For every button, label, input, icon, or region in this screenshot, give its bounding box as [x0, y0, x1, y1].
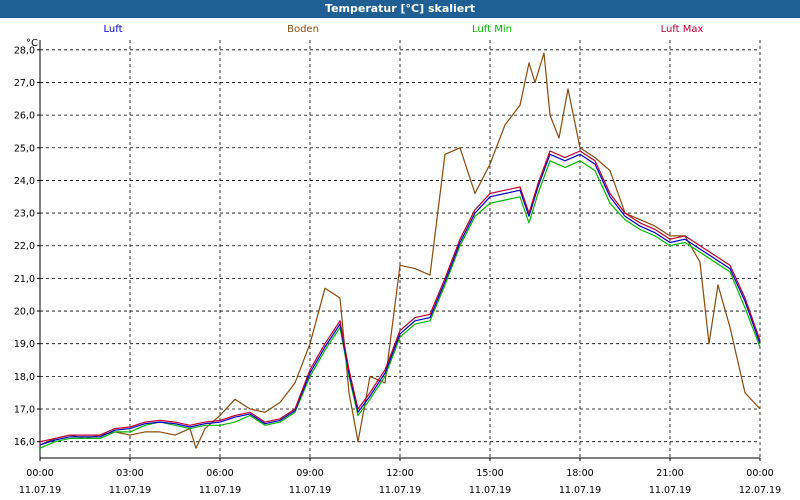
x-tick-label-time: 00:00: [746, 468, 773, 479]
x-tick-label-date: 11.07.19: [379, 485, 421, 496]
y-tick-label: 20,0: [14, 307, 35, 318]
x-tick-label-date: 11.07.19: [649, 485, 691, 496]
x-tick-label-time: 18:00: [566, 468, 593, 479]
x-tick-label-time: 15:00: [476, 468, 503, 479]
y-tick-label: 25,0: [14, 143, 35, 154]
y-tick-label: 27,0: [14, 78, 35, 89]
y-tick-label: 26,0: [14, 111, 35, 122]
x-tick-label-time: 00:00: [26, 468, 53, 479]
y-tick-label: 18,0: [14, 372, 35, 383]
x-tick-label-time: 06:00: [206, 468, 233, 479]
x-tick-label-time: 03:00: [116, 468, 143, 479]
y-tick-label: 28,0: [14, 45, 35, 56]
y-tick-label: 16,0: [14, 437, 35, 448]
chart-window: Temperatur [°C] skaliert Luft Boden Luft…: [0, 0, 800, 500]
x-tick-label-date: 11.07.19: [19, 485, 61, 496]
x-tick-label-time: 21:00: [656, 468, 683, 479]
y-tick-label: 24,0: [14, 176, 35, 187]
y-tick-label: 22,0: [14, 241, 35, 252]
line-chart: 16,0 17,0 18,0 19,0 20,0 21,0 22,0 23,0 24,0 25,0…: [14, 40, 781, 496]
x-tick-label-time: 09:00: [296, 468, 323, 479]
x-tick-label-date: 11.07.19: [289, 485, 331, 496]
y-tick-label: 23,0: [14, 209, 35, 220]
x-tick-label-date: 11.07.19: [469, 485, 511, 496]
x-tick-label-date: 11.07.19: [199, 485, 241, 496]
x-tick-label-date: 11.07.19: [109, 485, 151, 496]
y-tick-label: 17,0: [14, 405, 35, 416]
x-tick-label-time: 12:00: [386, 468, 413, 479]
y-tick-label: 19,0: [14, 339, 35, 350]
y-tick-label: 21,0: [14, 274, 35, 285]
x-tick-label-date: 12.07.19: [739, 485, 781, 496]
series-line-luft-max: [39, 150, 761, 443]
x-tick-label-date: 11.07.19: [559, 485, 601, 496]
